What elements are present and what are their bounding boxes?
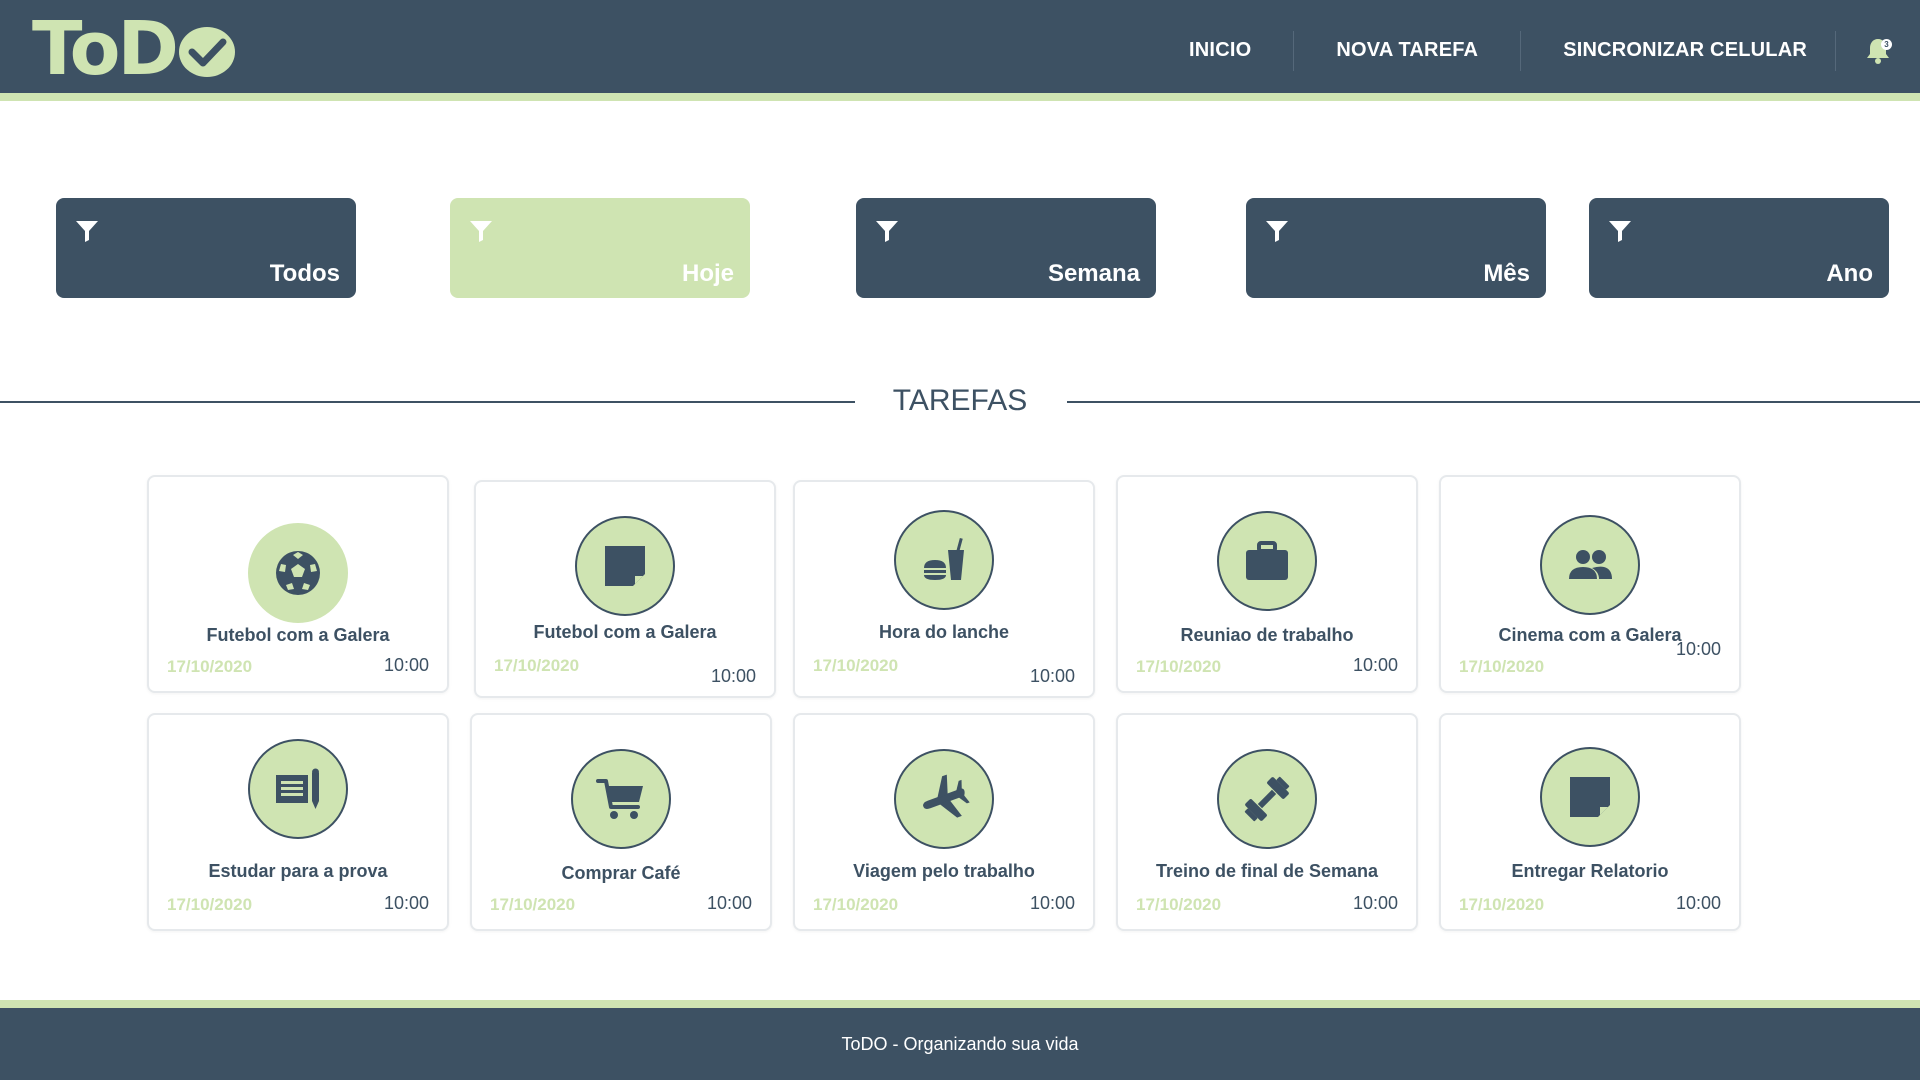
task-title: Viagem pelo trabalho bbox=[853, 861, 1035, 881]
task-time: 10:00 bbox=[1675, 893, 1721, 913]
task-time: 10:00 bbox=[1352, 655, 1398, 675]
task-title: Futebol com a Galera bbox=[533, 622, 717, 642]
task-card[interactable]: Reuniao de trabalho 17/10/2020 10:00 bbox=[1116, 475, 1418, 693]
airplane-icon bbox=[923, 774, 970, 818]
nav-inicio[interactable]: INICIO bbox=[1147, 31, 1293, 71]
nav-nova-tarefa[interactable]: NOVA TAREFA bbox=[1294, 31, 1520, 71]
notes-pencil-icon bbox=[276, 768, 319, 809]
task-date: 17/10/2020 bbox=[1459, 657, 1545, 676]
task-icon-circle bbox=[1540, 747, 1640, 847]
filter-icon bbox=[470, 221, 492, 242]
task-time: 10:00 bbox=[1029, 893, 1075, 913]
task-time: 10:00 bbox=[706, 893, 752, 913]
task-date: 17/10/2020 bbox=[1459, 895, 1545, 914]
main-nav: INICIO NOVA TAREFA SINCRONIZAR CELULAR 3 bbox=[1147, 0, 1920, 101]
task-date: 17/10/2020 bbox=[494, 656, 580, 675]
section-divider-right bbox=[1067, 401, 1920, 403]
task-card[interactable]: Estudar para a prova 17/10/2020 10:00 bbox=[147, 713, 449, 931]
dumbbell-icon bbox=[1244, 776, 1290, 822]
task-card[interactable]: Treino de final de Semana 17/10/2020 10:… bbox=[1116, 713, 1418, 931]
nav-sincronizar-celular[interactable]: SINCRONIZAR CELULAR bbox=[1521, 31, 1835, 71]
task-icon-circle bbox=[894, 510, 994, 610]
task-icon-circle bbox=[1540, 515, 1640, 615]
task-icon-circle bbox=[894, 749, 994, 849]
filter-label: Semana bbox=[1047, 260, 1140, 287]
notification-badge: 3 bbox=[1881, 38, 1892, 50]
task-date: 17/10/2020 bbox=[490, 895, 576, 914]
task-title: Estudar para a prova bbox=[208, 861, 388, 881]
task-card[interactable]: Futebol com a Galera 17/10/2020 10:00 bbox=[474, 480, 776, 698]
filter-button-semana[interactable]: Semana bbox=[856, 198, 1156, 298]
shopping-cart-icon bbox=[596, 779, 643, 819]
task-icon-circle bbox=[1217, 749, 1317, 849]
footer: ToDO - Organizando sua vida bbox=[0, 1000, 1920, 1080]
filter-icon bbox=[76, 221, 98, 242]
filter-label: Mês bbox=[1483, 260, 1530, 287]
top-navbar: ToD INICIO NOVA TAREFA SINCRONIZAR CELUL… bbox=[0, 0, 1920, 101]
task-card[interactable]: Viagem pelo trabalho 17/10/2020 10:00 bbox=[793, 713, 1095, 931]
sticky-note-icon bbox=[605, 546, 645, 586]
section-title: TAREFAS bbox=[892, 384, 1028, 417]
logo-text: ToD bbox=[32, 6, 179, 92]
filter-label: Todos bbox=[269, 260, 340, 287]
fast-food-icon bbox=[924, 537, 964, 580]
filter-button-mes[interactable]: Mês bbox=[1246, 198, 1546, 298]
task-icon-circle bbox=[1217, 511, 1317, 611]
soccer-ball-icon bbox=[276, 551, 320, 595]
filter-icon bbox=[876, 221, 898, 242]
briefcase-icon bbox=[1246, 541, 1288, 580]
section-divider-left bbox=[0, 401, 855, 403]
task-time: 10:00 bbox=[710, 666, 756, 686]
task-date: 17/10/2020 bbox=[1136, 895, 1222, 914]
task-icon-circle bbox=[248, 739, 348, 839]
task-title: Reuniao de trabalho bbox=[1180, 625, 1354, 645]
task-title: Futebol com a Galera bbox=[206, 625, 390, 645]
task-icon-circle bbox=[571, 749, 671, 849]
task-time: 10:00 bbox=[1029, 666, 1075, 686]
task-card[interactable]: Futebol com a Galera 17/10/2020 10:00 bbox=[147, 475, 449, 693]
filter-label: Hoje bbox=[681, 260, 734, 287]
task-date: 17/10/2020 bbox=[167, 657, 253, 676]
task-time: 10:00 bbox=[383, 655, 429, 675]
filter-icon bbox=[1266, 221, 1288, 242]
filter-icon bbox=[1609, 221, 1631, 242]
task-card[interactable]: Entregar Relatorio 17/10/2020 10:00 bbox=[1439, 713, 1741, 931]
filter-button-todos[interactable]: Todos bbox=[56, 198, 356, 298]
task-date: 17/10/2020 bbox=[167, 895, 253, 914]
filter-label: Ano bbox=[1826, 260, 1873, 287]
task-time: 10:00 bbox=[1675, 639, 1721, 659]
task-icon-circle bbox=[248, 523, 348, 623]
task-title: Hora do lanche bbox=[878, 622, 1010, 642]
task-date: 17/10/2020 bbox=[813, 656, 899, 675]
footer-text: ToDO - Organizando sua vida bbox=[841, 1034, 1079, 1054]
task-icon-circle bbox=[575, 516, 675, 616]
filter-button-hoje[interactable]: Hoje bbox=[450, 198, 750, 298]
task-title: Treino de final de Semana bbox=[1155, 861, 1379, 881]
task-card[interactable]: Comprar Café 17/10/2020 10:00 bbox=[470, 713, 772, 931]
people-icon bbox=[1569, 550, 1612, 579]
notifications-button[interactable]: 3 bbox=[1836, 31, 1920, 71]
task-card[interactable]: Cinema com a Galera 17/10/2020 10:00 bbox=[1439, 475, 1741, 693]
task-time: 10:00 bbox=[383, 893, 429, 913]
task-date: 17/10/2020 bbox=[1136, 657, 1222, 676]
sticky-note-icon bbox=[1570, 777, 1610, 817]
check-circle-icon bbox=[178, 27, 235, 77]
logo[interactable]: ToD bbox=[32, 6, 236, 92]
task-date: 17/10/2020 bbox=[813, 895, 899, 914]
task-card[interactable]: Hora do lanche 17/10/2020 10:00 bbox=[793, 480, 1095, 698]
filter-button-ano[interactable]: Ano bbox=[1589, 198, 1889, 298]
task-title: Entregar Relatorio bbox=[1511, 861, 1669, 881]
task-time: 10:00 bbox=[1352, 893, 1398, 913]
task-title: Comprar Café bbox=[561, 863, 681, 883]
